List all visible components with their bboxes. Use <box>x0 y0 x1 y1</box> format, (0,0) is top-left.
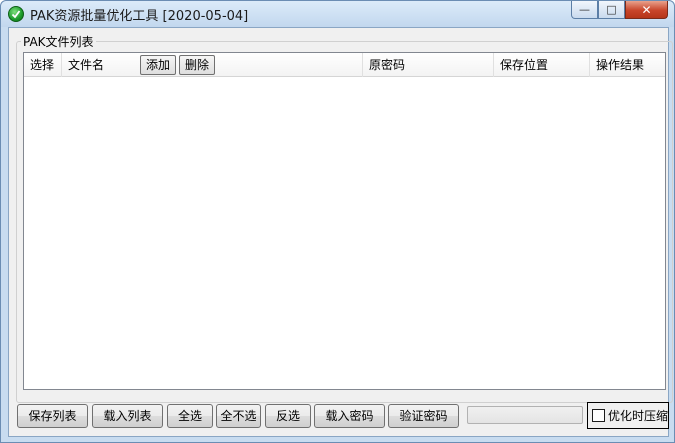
invert-selection-button[interactable]: 反选 <box>265 404 311 428</box>
list-header: 选择 文件名 添加 删除 原密码 保存位置 操作结果 <box>24 53 665 77</box>
app-icon <box>8 6 24 22</box>
compress-option[interactable]: 优化时压缩 <box>587 402 669 429</box>
client-area: PAK文件列表 选择 文件名 添加 删除 原密码 保存位置 操作结果 保存列表 … <box>8 27 673 437</box>
minimize-button[interactable]: — <box>571 1 598 19</box>
verify-password-button[interactable]: 验证密码 <box>388 404 459 428</box>
app-window: PAK资源批量优化工具 [2020-05-04] — □ ✕ PAK文件列表 选… <box>0 0 675 443</box>
column-header-password[interactable]: 原密码 <box>363 53 494 77</box>
progress-bar <box>467 406 583 424</box>
minimize-icon: — <box>579 3 590 16</box>
caption-buttons: — □ ✕ <box>571 1 668 21</box>
column-header-save-location[interactable]: 保存位置 <box>494 53 590 77</box>
delete-button[interactable]: 删除 <box>179 55 216 75</box>
check-icon <box>11 10 21 19</box>
load-password-button[interactable]: 载入密码 <box>314 404 385 428</box>
group-label: PAK文件列表 <box>21 33 96 50</box>
maximize-button[interactable]: □ <box>598 1 625 19</box>
add-button[interactable]: 添加 <box>140 55 177 75</box>
save-list-button[interactable]: 保存列表 <box>17 404 88 428</box>
load-list-button[interactable]: 载入列表 <box>92 404 163 428</box>
maximize-icon: □ <box>606 3 617 16</box>
select-all-button[interactable]: 全选 <box>167 404 213 428</box>
compress-label: 优化时压缩 <box>608 409 669 423</box>
select-none-button[interactable]: 全不选 <box>216 404 261 428</box>
title-bar[interactable]: PAK资源批量优化工具 [2020-05-04] — □ ✕ <box>1 1 674 27</box>
pak-file-list[interactable]: 选择 文件名 添加 删除 原密码 保存位置 操作结果 <box>23 52 666 390</box>
column-header-select[interactable]: 选择 <box>24 53 62 77</box>
window-title: PAK资源批量优化工具 [2020-05-04] <box>30 9 249 24</box>
column-header-result[interactable]: 操作结果 <box>590 53 665 77</box>
close-icon: ✕ <box>641 2 652 17</box>
compress-checkbox[interactable] <box>592 409 605 422</box>
close-button[interactable]: ✕ <box>625 1 668 19</box>
